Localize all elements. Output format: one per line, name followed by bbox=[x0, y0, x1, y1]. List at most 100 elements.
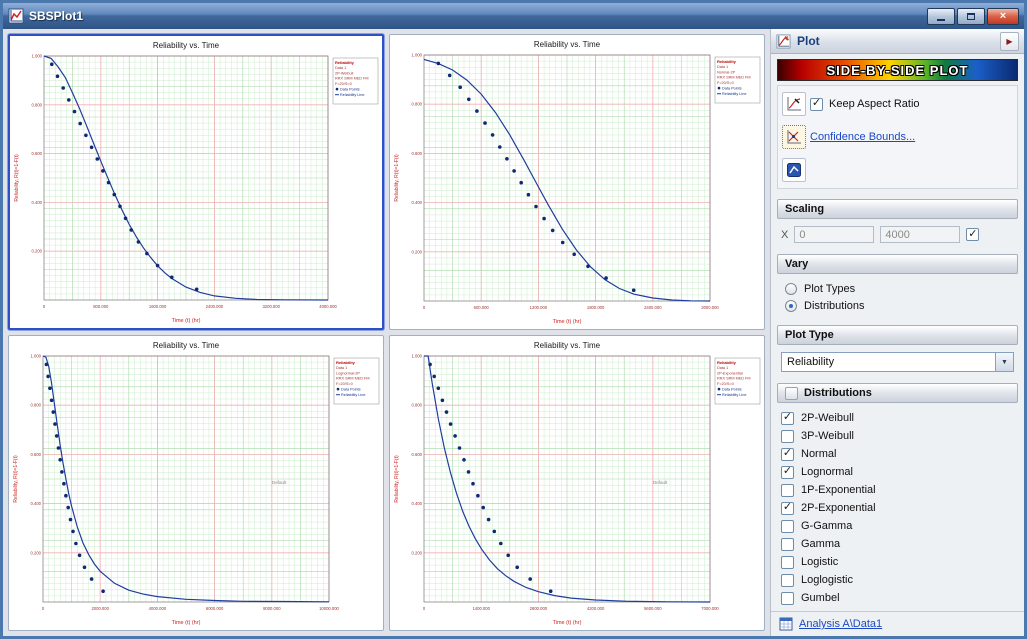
svg-text:Data 1: Data 1 bbox=[717, 366, 728, 370]
distribution-label: Normal bbox=[801, 448, 836, 460]
rs-draw-icon bbox=[786, 162, 802, 178]
distribution-checkbox[interactable] bbox=[781, 412, 794, 425]
distribution-item[interactable]: 2P-Weibull bbox=[781, 409, 1014, 427]
scaling-lock-checkbox[interactable] bbox=[966, 228, 979, 241]
distribution-checkbox[interactable] bbox=[781, 484, 794, 497]
distribution-checkbox[interactable] bbox=[781, 520, 794, 533]
distribution-item[interactable]: 2P-Exponential bbox=[781, 499, 1014, 517]
svg-text:Reliability vs. Time: Reliability vs. Time bbox=[534, 341, 601, 350]
distribution-item[interactable]: 3P-Weibull bbox=[781, 427, 1014, 445]
scaling-section-header: Scaling bbox=[777, 199, 1018, 219]
svg-text:3000.000: 3000.000 bbox=[701, 305, 719, 310]
distribution-item[interactable]: 1P-Exponential bbox=[781, 481, 1014, 499]
svg-text:F=20/S=0: F=20/S=0 bbox=[335, 82, 352, 86]
distribution-item[interactable]: Logistic bbox=[781, 553, 1014, 571]
distribution-item[interactable]: Normal bbox=[781, 445, 1014, 463]
svg-text:0.600: 0.600 bbox=[412, 452, 423, 457]
vary-option-label: Plot Types bbox=[804, 283, 855, 295]
distribution-checkbox[interactable] bbox=[781, 502, 794, 515]
svg-text:Data 1: Data 1 bbox=[335, 66, 346, 70]
keep-aspect-ratio-checkbox[interactable] bbox=[810, 98, 823, 111]
svg-text:0.200: 0.200 bbox=[32, 249, 43, 254]
svg-text:0.200: 0.200 bbox=[31, 550, 42, 555]
folio-icon bbox=[779, 617, 793, 631]
svg-text:0: 0 bbox=[423, 305, 426, 310]
titlebar: SBSPlot1 × bbox=[3, 3, 1024, 29]
minimize-button[interactable] bbox=[927, 8, 955, 25]
scaling-x-min-input[interactable]: 0 bbox=[794, 226, 874, 243]
distribution-checkbox[interactable] bbox=[781, 538, 794, 551]
svg-text:Reliability: Reliability bbox=[717, 59, 737, 64]
plot-setup-icon bbox=[786, 96, 802, 112]
svg-text:Reliability vs. Time: Reliability vs. Time bbox=[153, 41, 220, 50]
svg-text:4000.000: 4000.000 bbox=[319, 304, 337, 309]
close-button[interactable]: × bbox=[987, 8, 1019, 25]
distributions-section-header: Distributions bbox=[777, 383, 1018, 403]
plot-setup-button[interactable] bbox=[782, 92, 806, 116]
panel-expand-button[interactable]: ▶ bbox=[1000, 32, 1019, 51]
vary-option[interactable]: Distributions bbox=[785, 300, 1010, 312]
svg-text:Data Points: Data Points bbox=[722, 86, 742, 90]
distribution-checkbox[interactable] bbox=[781, 592, 794, 605]
distribution-label: Loglogistic bbox=[801, 574, 853, 586]
plot-panel[interactable]: Reliability vs. Time 800.0001600.0002400… bbox=[8, 34, 384, 330]
side-by-side-banner: SIDE-BY-SIDE PLOT bbox=[777, 59, 1018, 81]
plot-panel[interactable]: Reliability vs. Time 1400.0002800.000420… bbox=[389, 335, 765, 631]
svg-text:0: 0 bbox=[42, 606, 45, 611]
rs-draw-button[interactable] bbox=[782, 158, 806, 182]
svg-text:1200.000: 1200.000 bbox=[530, 305, 548, 310]
window-title: SBSPlot1 bbox=[29, 9, 922, 23]
plot-type-title: Plot Type bbox=[785, 329, 834, 341]
distribution-item[interactable]: Loglogistic bbox=[781, 571, 1014, 589]
svg-text:0.600: 0.600 bbox=[32, 151, 43, 156]
maximize-icon bbox=[967, 13, 975, 20]
distribution-item[interactable]: G-Gamma bbox=[781, 517, 1014, 535]
svg-text:0.400: 0.400 bbox=[31, 501, 42, 506]
app-icon[interactable] bbox=[8, 8, 24, 24]
distribution-checkbox[interactable] bbox=[781, 430, 794, 443]
scaling-x-max-input[interactable]: 4000 bbox=[880, 226, 960, 243]
distribution-checkbox[interactable] bbox=[781, 574, 794, 587]
svg-text:RRX SRM MED FM: RRX SRM MED FM bbox=[335, 77, 369, 81]
radio-icon[interactable] bbox=[785, 300, 797, 312]
distribution-checkbox[interactable] bbox=[781, 448, 794, 461]
radio-icon[interactable] bbox=[785, 283, 797, 295]
distribution-item[interactable]: Gumbel bbox=[781, 589, 1014, 607]
plot-format-button[interactable] bbox=[782, 125, 806, 149]
distribution-item[interactable]: Lognormal bbox=[781, 463, 1014, 481]
svg-text:8000.000: 8000.000 bbox=[263, 606, 281, 611]
svg-text:2P-Weibull: 2P-Weibull bbox=[335, 71, 353, 75]
distribution-checkbox[interactable] bbox=[781, 466, 794, 479]
svg-text:Reliability: Reliability bbox=[335, 60, 355, 65]
distributions-title: Distributions bbox=[804, 387, 872, 399]
chevron-down-icon: ▼ bbox=[1001, 359, 1008, 366]
plot-panel[interactable]: Reliability vs. Time 600.0001200.0001800… bbox=[389, 34, 765, 330]
analysis-data-link[interactable]: Analysis A\Data1 bbox=[799, 618, 882, 630]
svg-text:Reliability Line: Reliability Line bbox=[341, 393, 365, 397]
reliability-plot: Reliability vs. Time 2000.0004000.000600… bbox=[9, 336, 383, 630]
select-all-checkbox[interactable] bbox=[785, 387, 798, 400]
svg-text:0.400: 0.400 bbox=[32, 200, 43, 205]
svg-text:RRX SRM MED FM: RRX SRM MED FM bbox=[717, 76, 751, 80]
svg-text:Reliability, R(t)=1-F(t): Reliability, R(t)=1-F(t) bbox=[394, 455, 400, 503]
distribution-label: Logistic bbox=[801, 556, 838, 568]
plot-panel[interactable]: Reliability vs. Time 2000.0004000.000600… bbox=[8, 335, 384, 631]
scaling-title: Scaling bbox=[785, 203, 824, 215]
vary-option[interactable]: Plot Types bbox=[785, 283, 1010, 295]
reliability-plot: Reliability vs. Time 1400.0002800.000420… bbox=[390, 336, 764, 630]
distribution-checkbox[interactable] bbox=[781, 556, 794, 569]
plot-type-dropdown[interactable]: Reliability ▼ bbox=[781, 352, 1014, 372]
confidence-bounds-link[interactable]: Confidence Bounds... bbox=[810, 131, 1013, 143]
distribution-item[interactable]: Gamma bbox=[781, 535, 1014, 553]
distribution-label: 3P-Weibull bbox=[801, 430, 854, 442]
svg-text:2400.000: 2400.000 bbox=[206, 304, 224, 309]
maximize-button[interactable] bbox=[957, 8, 985, 25]
svg-text:1400.000: 1400.000 bbox=[472, 606, 490, 611]
distribution-label: 2P-Weibull bbox=[801, 412, 854, 424]
dropdown-button[interactable]: ▼ bbox=[995, 353, 1013, 371]
data-source-footer: Analysis A\Data1 bbox=[771, 611, 1024, 636]
svg-text:0: 0 bbox=[43, 304, 46, 309]
distribution-label: Gumbel bbox=[801, 592, 840, 604]
keep-aspect-ratio-row[interactable]: Keep Aspect Ratio bbox=[810, 98, 1013, 111]
panel-header: Plot ▶ bbox=[771, 29, 1024, 54]
